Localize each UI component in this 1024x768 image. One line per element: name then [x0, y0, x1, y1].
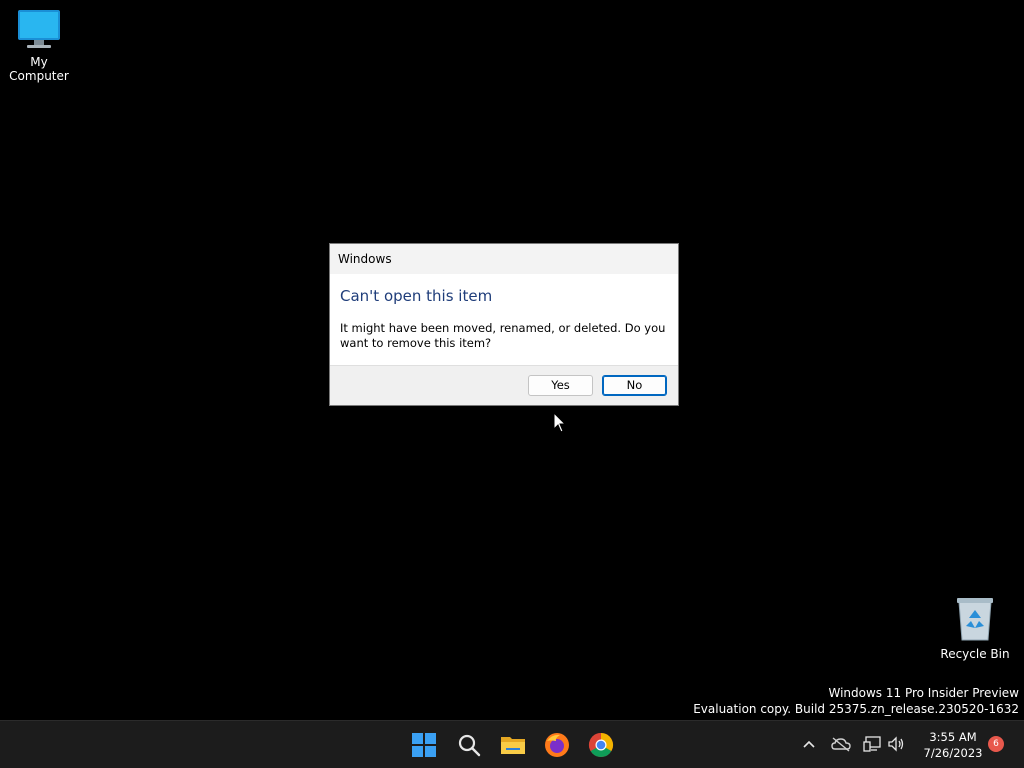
desktop-icon-recycle-bin[interactable]: Recycle Bin — [935, 596, 1015, 661]
taskbar: 3:55 AM 7/26/2023 — [0, 720, 1024, 768]
start-button[interactable] — [406, 727, 442, 763]
mouse-cursor-icon — [553, 412, 567, 433]
network-icon — [863, 736, 881, 752]
firefox-icon — [545, 733, 569, 757]
desktop-icon-label: Recycle Bin — [940, 647, 1010, 661]
volume-icon — [888, 736, 904, 752]
recycle-bin-icon — [957, 598, 993, 641]
clock-time: 3:55 AM — [929, 730, 977, 744]
search-button[interactable] — [451, 727, 487, 763]
no-button[interactable]: No — [602, 375, 667, 396]
onedrive-tray-button[interactable] — [830, 733, 852, 755]
search-icon — [458, 734, 481, 757]
dialog-heading: Can't open this item — [340, 287, 493, 305]
windows-watermark: Windows 11 Pro Insider Preview Evaluatio… — [693, 685, 1019, 717]
chevron-up-icon — [803, 740, 815, 748]
notification-badge[interactable]: 6 — [988, 736, 1004, 752]
yes-button[interactable]: Yes — [528, 375, 593, 396]
folder-icon — [501, 737, 525, 754]
volume-tray-button[interactable] — [885, 733, 907, 755]
firefox-button[interactable] — [539, 727, 575, 763]
dialog-footer: Yes No — [330, 365, 678, 405]
desktop-icon-label: My Computer — [9, 55, 69, 83]
error-dialog: Windows Can't open this item It might ha… — [329, 243, 679, 406]
network-tray-button[interactable] — [861, 733, 883, 755]
dialog-title: Windows — [330, 244, 678, 274]
file-explorer-button[interactable] — [495, 727, 531, 763]
onedrive-offline-icon — [831, 737, 851, 752]
desktop: My Computer Recycle Bin Windows 11 Pro I… — [0, 0, 1024, 720]
desktop-icon-my-computer[interactable]: My Computer — [0, 8, 79, 83]
windows-start-icon — [412, 733, 436, 757]
show-hidden-icons-button[interactable] — [798, 733, 820, 755]
dialog-message: It might have been moved, renamed, or de… — [340, 321, 666, 350]
watermark-build: Evaluation copy. Build 25375.zn_release.… — [693, 702, 1019, 716]
watermark-edition: Windows 11 Pro Insider Preview — [828, 686, 1019, 700]
taskbar-clock[interactable]: 3:55 AM 7/26/2023 — [912, 729, 994, 761]
monitor-icon — [18, 10, 60, 48]
chrome-icon — [588, 733, 614, 758]
clock-date: 7/26/2023 — [923, 746, 983, 760]
chrome-button[interactable] — [583, 727, 619, 763]
